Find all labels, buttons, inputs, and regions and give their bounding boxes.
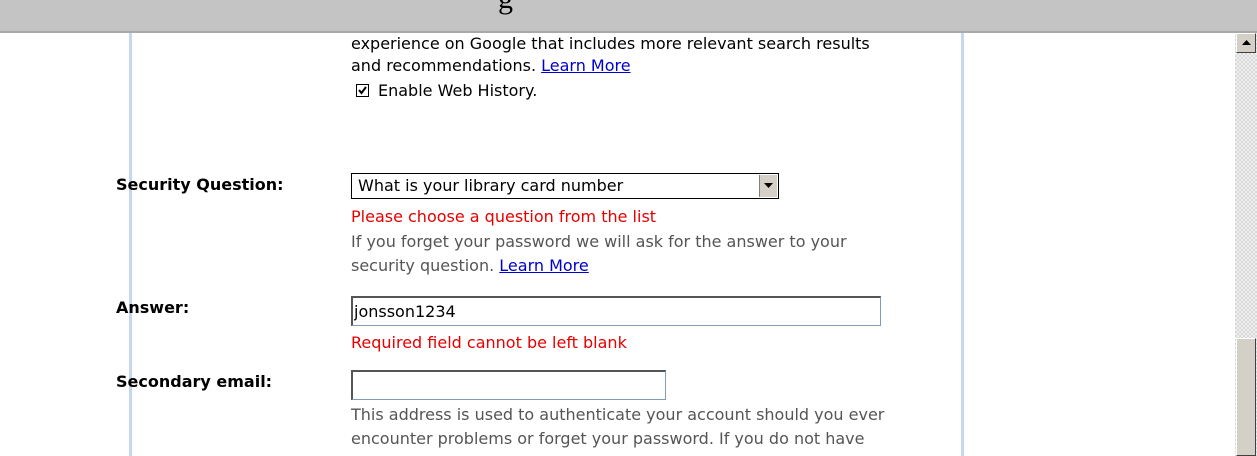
secondary-email-label: Secondary email: <box>116 372 273 391</box>
scrollbar-thumb[interactable] <box>1236 338 1256 456</box>
secondary-email-input[interactable] <box>351 370 666 400</box>
security-question-hint-line2: security question. Learn More <box>351 255 589 277</box>
arrow-up-icon <box>1242 40 1251 45</box>
security-question-selected-value: What is your library card number <box>358 176 624 195</box>
security-question-dropdown-button[interactable] <box>759 175 777 197</box>
security-question-label: Security Question: <box>116 175 284 194</box>
web-history-description-line2: and recommendations. Learn More <box>351 55 631 77</box>
form-panel-left-border <box>129 33 132 456</box>
answer-input[interactable] <box>351 296 881 326</box>
check-icon <box>358 86 367 95</box>
web-history-description-text: and recommendations. <box>351 56 537 75</box>
form-panel-right-border <box>961 33 964 456</box>
answer-error: Required field cannot be left blank <box>351 333 627 352</box>
window-title-fragment: g <box>498 0 513 16</box>
web-history-description-line1: experience on Google that includes more … <box>351 34 870 53</box>
window-title-bar: g <box>0 0 1257 33</box>
security-question-hint-line1: If you forget your password we will ask … <box>351 232 847 251</box>
scroll-up-button[interactable] <box>1236 33 1256 53</box>
chevron-down-icon <box>764 183 773 188</box>
web-history-learn-more-link[interactable]: Learn More <box>541 56 630 75</box>
secondary-email-hint-line1: This address is used to authenticate you… <box>351 405 885 424</box>
security-question-error: Please choose a question from the list <box>351 207 657 226</box>
enable-web-history-label: Enable Web History. <box>378 81 538 100</box>
security-question-learn-more-link[interactable]: Learn More <box>499 256 588 275</box>
secondary-email-hint-line2: encounter problems or forget your passwo… <box>351 429 865 448</box>
answer-label: Answer: <box>116 298 190 317</box>
security-question-hint-text: security question. <box>351 256 495 275</box>
security-question-select[interactable]: What is your library card number <box>351 173 779 199</box>
enable-web-history-checkbox[interactable] <box>356 84 369 97</box>
